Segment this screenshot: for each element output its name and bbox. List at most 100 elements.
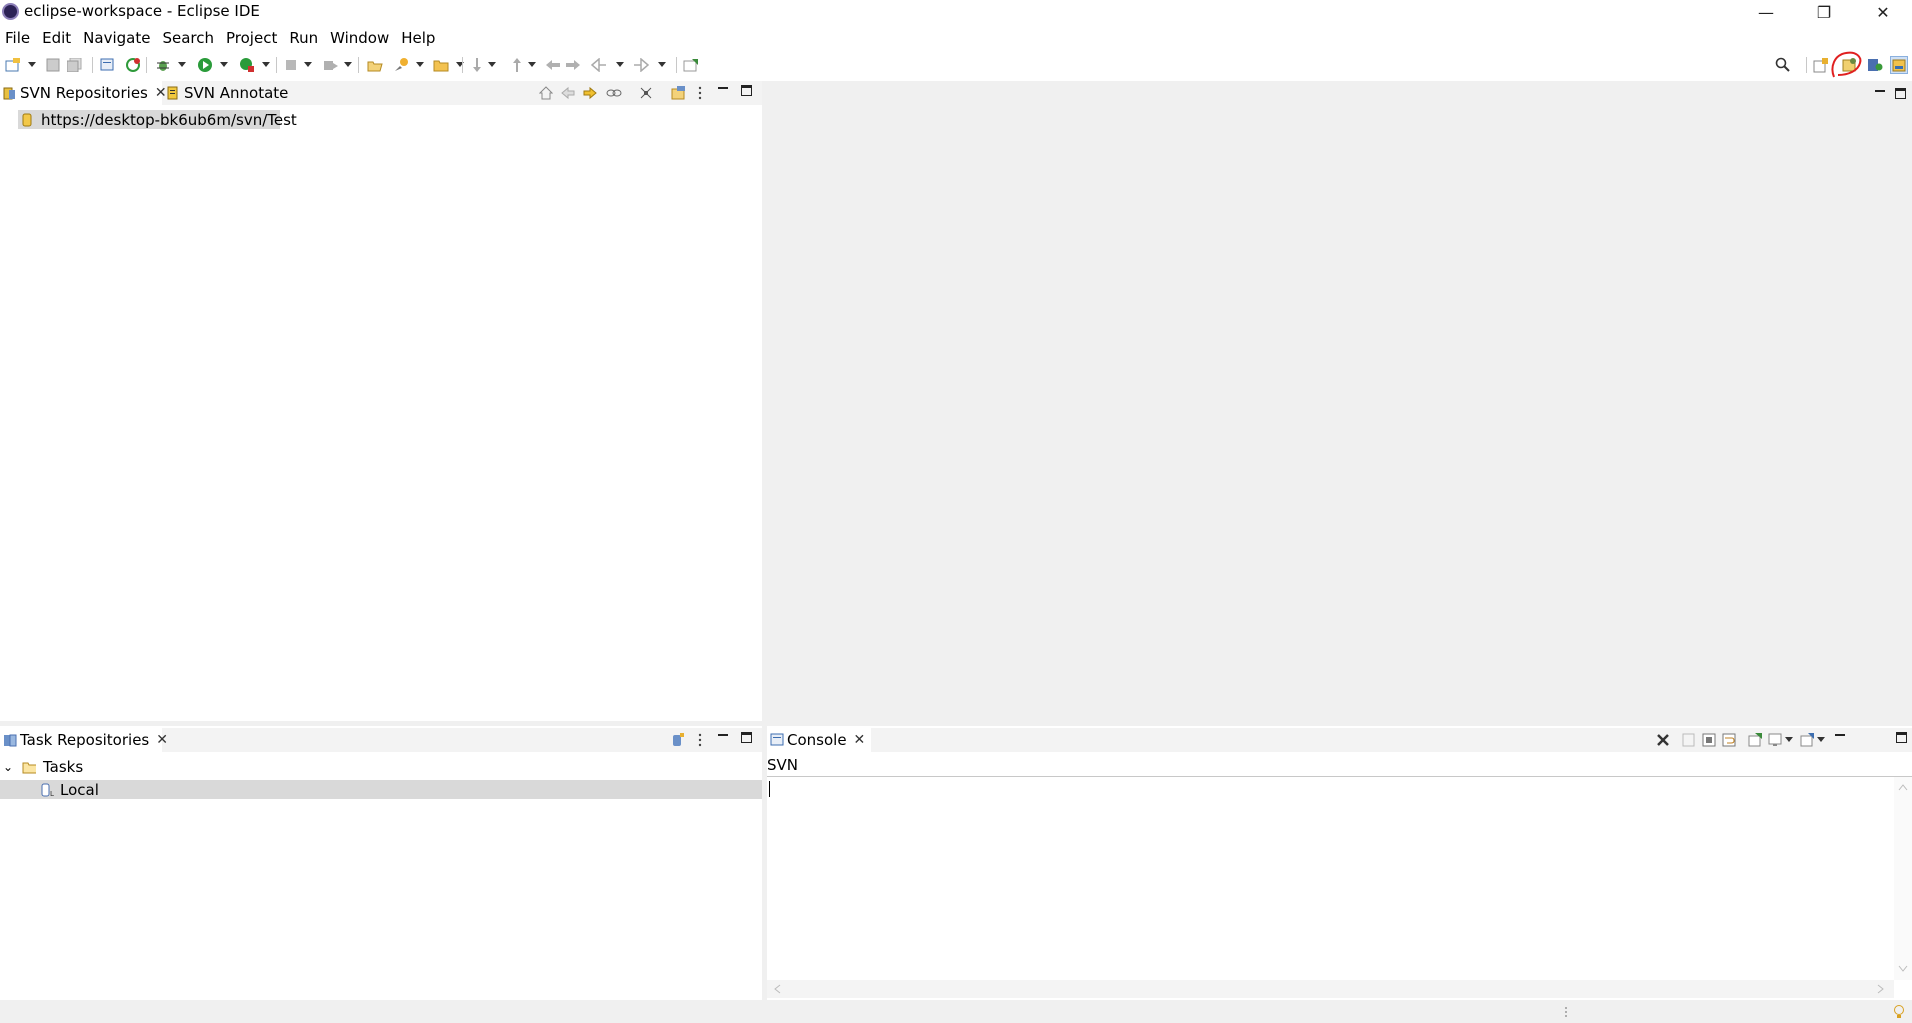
minimize-button[interactable]: —	[1737, 0, 1795, 24]
external-tools-dropdown-arrow[interactable]	[262, 62, 270, 67]
run-icon[interactable]	[196, 56, 214, 74]
external-tools-icon[interactable]	[238, 56, 256, 74]
next-annotation-dropdown-arrow[interactable]	[488, 62, 496, 67]
home-icon[interactable]	[538, 85, 554, 101]
forward-icon[interactable]	[632, 56, 650, 74]
close-icon[interactable]: ✕	[854, 732, 866, 748]
console-horizontal-scrollbar[interactable]	[767, 980, 1894, 998]
minimize-panel-icon[interactable]	[718, 734, 728, 736]
menu-run[interactable]: Run	[284, 27, 325, 49]
open-task-icon[interactable]	[392, 56, 410, 74]
open-console-dropdown-arrow[interactable]	[1817, 737, 1825, 742]
maximize-panel-icon[interactable]	[741, 732, 752, 743]
title-bar: eclipse-workspace - Eclipse IDE — ❐ ✕	[0, 0, 1912, 24]
stop-dropdown-arrow[interactable]	[304, 62, 312, 67]
terminal-icon[interactable]	[98, 56, 116, 74]
debug-dropdown-arrow[interactable]	[178, 62, 186, 67]
console-vertical-scrollbar[interactable]	[1894, 777, 1912, 980]
menu-help[interactable]: Help	[396, 27, 442, 49]
menu-project[interactable]: Project	[221, 27, 284, 49]
close-button[interactable]: ✕	[1854, 0, 1912, 24]
maximize-panel-icon[interactable]	[741, 85, 752, 96]
forward-dropdown-arrow[interactable]	[658, 62, 666, 67]
view-menu-icon[interactable]	[692, 85, 708, 101]
open-console-icon[interactable]	[1799, 732, 1815, 748]
view-menu-icon[interactable]	[692, 732, 708, 748]
toolbar-separator	[1806, 57, 1807, 73]
search-icon[interactable]	[1774, 56, 1792, 74]
toolbar-separator	[276, 57, 277, 73]
java-perspective-icon[interactable]	[1866, 56, 1884, 74]
new-dropdown-arrow[interactable]	[28, 62, 36, 67]
console-icon	[770, 733, 784, 747]
clear-console-icon[interactable]	[1655, 732, 1671, 748]
last-edit-icon[interactable]	[544, 56, 562, 74]
console-output[interactable]	[767, 777, 1894, 980]
new-repository-icon[interactable]	[670, 85, 686, 101]
run-dropdown-arrow[interactable]	[220, 62, 228, 67]
collapse-all-icon[interactable]	[638, 85, 654, 101]
maximize-panel-icon[interactable]	[1896, 732, 1907, 743]
tree-item-repository[interactable]: https://desktop-bk6ub6m/svn/Test	[18, 110, 297, 129]
menu-file[interactable]: File	[0, 27, 37, 49]
text-cursor	[769, 781, 770, 797]
remove-launch-icon[interactable]	[1681, 732, 1697, 748]
word-wrap-icon[interactable]	[1721, 732, 1737, 748]
skip-dropdown-arrow[interactable]	[344, 62, 352, 67]
scroll-left-icon	[774, 984, 781, 994]
menu-search[interactable]: Search	[157, 27, 221, 49]
skip-icon[interactable]	[322, 56, 340, 74]
chevron-down-icon[interactable]: ⌄	[0, 760, 16, 774]
pin-icon[interactable]	[682, 56, 700, 74]
prev-annotation-dropdown-arrow[interactable]	[528, 62, 536, 67]
save-all-icon[interactable]	[66, 56, 84, 74]
refresh-icon[interactable]	[124, 56, 142, 74]
close-icon[interactable]: ✕	[156, 732, 168, 748]
next-annotation-icon[interactable]	[468, 56, 486, 74]
svn-annotate-icon	[167, 86, 181, 100]
last-edit-forward-icon[interactable]	[564, 56, 582, 74]
horizontal-sash[interactable]	[0, 721, 1912, 726]
eclipse-logo-icon	[2, 3, 19, 20]
lightbulb-icon[interactable]	[1892, 1004, 1906, 1020]
menu-navigate[interactable]: Navigate	[78, 27, 157, 49]
resource-perspective-icon[interactable]	[1890, 56, 1908, 74]
svg-text:L: L	[50, 790, 54, 797]
back-icon[interactable]	[590, 56, 608, 74]
menu-window[interactable]: Window	[325, 27, 396, 49]
scroll-right-icon	[1877, 984, 1884, 994]
open-folder-icon[interactable]	[432, 56, 450, 74]
tree-item-tasks[interactable]: ⌄ Tasks	[0, 757, 762, 776]
restore-button[interactable]: ❐	[1795, 0, 1853, 24]
debug-icon[interactable]	[154, 56, 172, 74]
open-task-dropdown-arrow[interactable]	[416, 62, 424, 67]
pin-console-icon[interactable]	[1747, 732, 1763, 748]
tab-svn-repositories[interactable]: SVN Repositories ✕	[0, 81, 167, 105]
panel-header: Console ✕	[767, 728, 1912, 752]
minimize-panel-icon[interactable]	[718, 87, 728, 89]
add-task-repository-icon[interactable]	[670, 732, 686, 748]
tab-console[interactable]: Console ✕	[767, 728, 871, 752]
scroll-lock-icon[interactable]	[1701, 732, 1717, 748]
svn-repositories-panel: SVN Repositories ✕ SVN Annotate https://…	[0, 81, 762, 721]
new-icon[interactable]	[4, 56, 22, 74]
minimize-panel-icon[interactable]	[1875, 90, 1885, 92]
tab-task-repositories[interactable]: Task Repositories ✕	[0, 728, 168, 752]
tree-item-local[interactable]: L Local	[0, 780, 762, 799]
panel-header: SVN Repositories ✕ SVN Annotate	[0, 81, 762, 105]
prev-annotation-icon[interactable]	[508, 56, 526, 74]
back-icon[interactable]	[560, 85, 576, 101]
minimize-panel-icon[interactable]	[1835, 734, 1845, 736]
display-console-dropdown-arrow[interactable]	[1785, 737, 1793, 742]
tab-svn-annotate[interactable]: SVN Annotate	[164, 81, 294, 105]
link-with-editor-icon[interactable]	[606, 85, 622, 101]
local-repo-icon: L	[41, 783, 55, 797]
stop-icon[interactable]	[282, 56, 300, 74]
forward-icon[interactable]	[582, 85, 598, 101]
maximize-panel-icon[interactable]	[1895, 88, 1906, 99]
save-icon[interactable]	[44, 56, 62, 74]
back-dropdown-arrow[interactable]	[616, 62, 624, 67]
open-type-icon[interactable]	[366, 56, 384, 74]
menu-edit[interactable]: Edit	[37, 27, 78, 49]
display-console-icon[interactable]	[1767, 732, 1783, 748]
